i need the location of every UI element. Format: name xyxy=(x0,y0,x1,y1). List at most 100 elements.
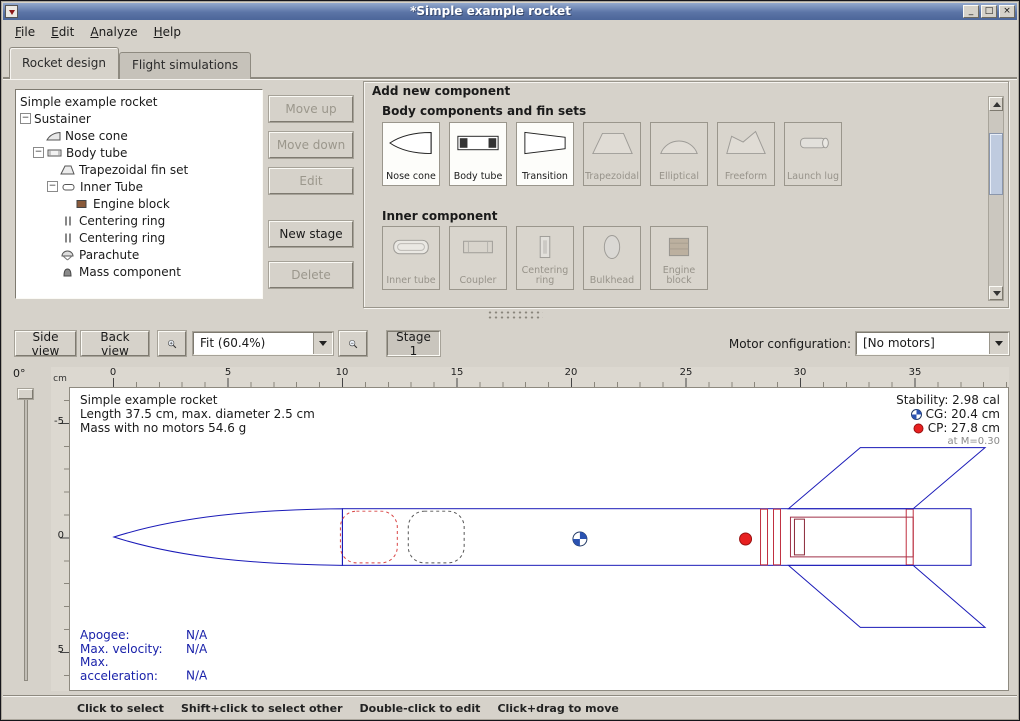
body-tube-icon xyxy=(455,128,501,158)
freeform-fin-icon xyxy=(723,128,769,158)
inner-section-label: Inner component xyxy=(382,209,497,223)
add-freeform-fin-button[interactable]: Freeform xyxy=(717,122,775,186)
scrollbar-thumb[interactable] xyxy=(989,133,1003,195)
scroll-up-icon[interactable] xyxy=(989,97,1003,111)
chevron-down-icon[interactable] xyxy=(313,333,332,354)
menu-edit[interactable]: Edit xyxy=(43,22,82,42)
chevron-down-icon[interactable] xyxy=(989,333,1008,354)
close-button[interactable]: × xyxy=(999,5,1015,18)
tree-item-engine-block[interactable]: Engine block xyxy=(16,195,262,212)
zoom-select[interactable]: Fit (60.4%) xyxy=(193,332,333,355)
move-up-button[interactable]: Move up xyxy=(269,96,353,122)
move-down-button[interactable]: Move down xyxy=(269,132,353,158)
statusbar: Click to select Shift+click to select ot… xyxy=(3,695,1017,720)
cp-marker xyxy=(740,533,752,545)
add-body-tube-button[interactable]: Body tube xyxy=(449,122,507,186)
fin-bottom-outline[interactable] xyxy=(788,565,985,627)
add-inner-tube-button[interactable]: Inner tube xyxy=(382,226,440,290)
add-transition-button[interactable]: Transition xyxy=(516,122,574,186)
window-title: *Simple example rocket xyxy=(18,3,963,20)
mass-component-outline[interactable] xyxy=(408,511,464,563)
stability-panel: Stability: 2.98 cal CG: 20.4 cm CP: 27.8… xyxy=(896,393,1000,449)
bulkhead-icon xyxy=(589,232,635,262)
zoom-out-icon xyxy=(348,335,358,353)
engine-block-outline[interactable] xyxy=(794,519,804,555)
add-nose-cone-button[interactable]: Nose cone xyxy=(382,122,440,186)
expander-icon[interactable]: − xyxy=(33,147,44,158)
flight-data: Apogee:N/A Max. velocity:N/A Max. accele… xyxy=(80,629,207,683)
menu-file[interactable]: File xyxy=(7,22,43,42)
tabstrip: Rocket design Flight simulations xyxy=(3,45,1017,79)
window-menu-icon[interactable] xyxy=(5,5,18,18)
cg-icon xyxy=(911,409,922,420)
splitter-handle[interactable] xyxy=(487,310,543,320)
fin-top-outline[interactable] xyxy=(788,448,985,509)
tree-item-trapezoidal-fin-set[interactable]: Trapezoidal fin set xyxy=(16,161,262,178)
tree-item-mass-component[interactable]: Mass component xyxy=(16,263,262,280)
mass-component-icon xyxy=(60,266,75,278)
transition-icon xyxy=(522,128,568,158)
rocket-canvas[interactable]: Simple example rocket Length 37.5 cm, ma… xyxy=(69,387,1009,691)
back-view-button[interactable]: Back view xyxy=(81,331,149,356)
max-acceleration-row: Max. acceleration:N/A xyxy=(80,656,207,683)
edit-button[interactable]: Edit xyxy=(269,168,353,194)
body-component-buttons: Nose cone Body tube Transition Trapezoid… xyxy=(382,122,842,186)
delete-button[interactable]: Delete xyxy=(269,262,353,288)
nose-cone-outline[interactable] xyxy=(114,509,343,566)
cp-icon xyxy=(913,423,924,434)
menu-help[interactable]: Help xyxy=(146,22,189,42)
stage-1-toggle[interactable]: Stage 1 xyxy=(387,331,440,356)
tree-item-nose-cone[interactable]: Nose cone xyxy=(16,127,262,144)
centering-ring-icon xyxy=(522,232,568,262)
tree-item-centering-ring-2[interactable]: Centering ring xyxy=(16,229,262,246)
inner-tube-icon xyxy=(61,181,76,193)
rotation-slider[interactable] xyxy=(24,391,28,681)
menu-analyze[interactable]: Analyze xyxy=(82,22,145,42)
expander-icon[interactable]: − xyxy=(47,181,58,192)
zoom-in-button[interactable] xyxy=(158,331,186,356)
add-launch-lug-button[interactable]: Launch lug xyxy=(784,122,842,186)
cg-readout: CG: 20.4 cm xyxy=(896,407,1000,421)
maximize-button[interactable]: □ xyxy=(981,5,997,18)
component-tree[interactable]: Simple example rocket − Sustainer Nose c… xyxy=(15,89,263,299)
engine-block-icon xyxy=(74,198,89,210)
tab-rocket-design[interactable]: Rocket design xyxy=(9,47,119,79)
add-trapezoidal-fin-button[interactable]: Trapezoidal xyxy=(583,122,641,186)
minimize-button[interactable]: _ xyxy=(963,5,979,18)
body-tube-icon xyxy=(47,147,62,159)
new-stage-button[interactable]: New stage xyxy=(269,221,353,247)
tree-item-rocket[interactable]: Simple example rocket xyxy=(16,93,262,110)
add-engine-block-button[interactable]: Engine block xyxy=(650,226,708,290)
inner-tube-outline[interactable] xyxy=(790,517,913,557)
centering-ring-outline[interactable] xyxy=(774,509,781,565)
expander-icon[interactable]: − xyxy=(20,113,31,124)
engine-block-icon xyxy=(656,232,702,262)
parachute-icon xyxy=(60,249,75,261)
parachute-outline[interactable] xyxy=(340,511,397,563)
tree-item-inner-tube[interactable]: − Inner Tube xyxy=(16,178,262,195)
add-coupler-button[interactable]: Coupler xyxy=(449,226,507,290)
launch-lug-icon xyxy=(790,128,836,158)
tab-flight-simulations[interactable]: Flight simulations xyxy=(119,52,251,79)
zoom-out-button[interactable] xyxy=(339,331,367,356)
titlebar[interactable]: *Simple example rocket _ □ × xyxy=(3,3,1017,20)
centering-ring-outline[interactable] xyxy=(761,509,768,565)
inner-tube-icon xyxy=(388,232,434,262)
add-centering-ring-button[interactable]: Centering ring xyxy=(516,226,574,290)
add-bulkhead-button[interactable]: Bulkhead xyxy=(583,226,641,290)
rotation-slider-handle[interactable] xyxy=(18,389,33,399)
nose-cone-icon xyxy=(388,128,434,158)
scroll-down-icon[interactable] xyxy=(989,286,1003,300)
component-scrollbar[interactable] xyxy=(988,96,1004,301)
rocket-info: Simple example rocket Length 37.5 cm, ma… xyxy=(80,393,315,435)
add-elliptical-fin-button[interactable]: Elliptical xyxy=(650,122,708,186)
tree-item-body-tube[interactable]: − Body tube xyxy=(16,144,262,161)
cp-readout: CP: 27.8 cm xyxy=(896,421,1000,435)
motor-configuration-select[interactable]: [No motors] xyxy=(856,332,1009,355)
tree-item-sustainer[interactable]: − Sustainer xyxy=(16,110,262,127)
side-view-button[interactable]: Side view xyxy=(15,331,76,356)
tree-item-centering-ring-1[interactable]: Centering ring xyxy=(16,212,262,229)
tree-item-parachute[interactable]: Parachute xyxy=(16,246,262,263)
vertical-ruler: -5 0 5 xyxy=(51,387,69,691)
add-component-title: Add new component xyxy=(372,84,510,98)
